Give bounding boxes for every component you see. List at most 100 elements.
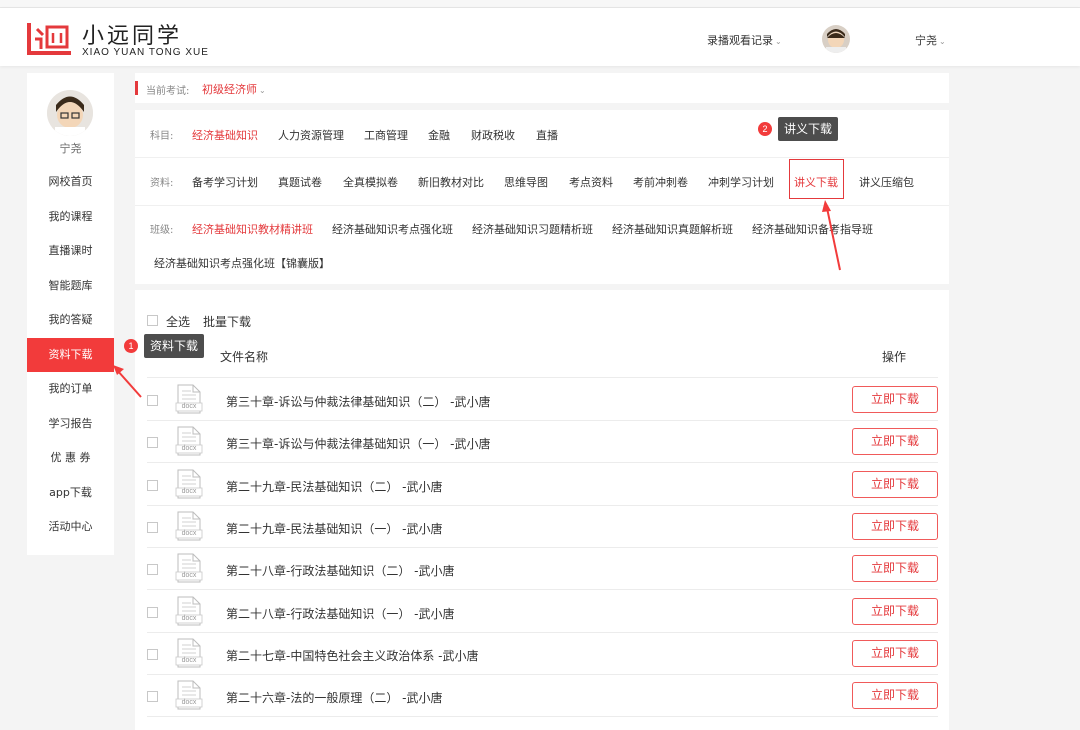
- file-name[interactable]: 第三十章-诉讼与仲裁法律基础知识（一） -武小唐: [226, 435, 490, 452]
- download-button[interactable]: 立即下载: [852, 428, 938, 456]
- subject-option[interactable]: 经济基础知识: [192, 127, 258, 143]
- docx-file-icon: docx: [175, 469, 203, 499]
- download-button[interactable]: 立即下载: [852, 470, 938, 498]
- sidebar-item-question-bank[interactable]: 智能题库: [27, 269, 114, 304]
- file-ext-label: docx: [181, 656, 197, 664]
- file-ext-label: docx: [181, 445, 197, 453]
- material-option[interactable]: 全真模拟卷: [343, 174, 398, 190]
- material-option[interactable]: 真题试卷: [278, 174, 322, 190]
- material-option[interactable]: 考点资料: [569, 174, 613, 190]
- table-row: docx 第二十八章-行政法基础知识（二） -武小唐 立即下载: [135, 547, 949, 589]
- class-option[interactable]: 经济基础知识考点强化班【锦囊版】: [154, 255, 330, 271]
- download-button[interactable]: 立即下载: [852, 639, 938, 667]
- table-row: docx 第二十九章-民法基础知识（一） -武小唐 立即下载: [135, 505, 949, 547]
- subject-label: 科目:: [150, 131, 174, 142]
- download-button[interactable]: 立即下载: [852, 597, 938, 625]
- table-row: docx 第二十六章-法的一般原理（二） -武小唐 立即下载: [135, 674, 949, 716]
- row-checkbox[interactable]: [147, 691, 158, 703]
- file-name[interactable]: 第三十章-诉讼与仲裁法律基础知识（二） -武小唐: [226, 393, 490, 410]
- file-ext-label: docx: [181, 487, 197, 495]
- file-name[interactable]: 第二十八章-行政法基础知识（一） -武小唐: [226, 605, 454, 622]
- file-ext-label: docx: [181, 403, 197, 410]
- chevron-down-icon: ⌄: [259, 86, 266, 95]
- subject-option[interactable]: 财政税收: [471, 127, 515, 143]
- select-all-label[interactable]: 全选: [166, 313, 190, 330]
- file-name[interactable]: 第二十八章-行政法基础知识（二） -武小唐: [226, 562, 454, 579]
- subject-option[interactable]: 工商管理: [364, 127, 408, 143]
- sidebar-item-courses[interactable]: 我的课程: [27, 200, 114, 235]
- sidebar-item-coupons[interactable]: 优 惠 券: [27, 441, 114, 476]
- download-button[interactable]: 立即下载: [852, 386, 938, 413]
- docx-file-icon: docx: [175, 553, 203, 583]
- material-option[interactable]: 冲刺学习计划: [708, 174, 774, 190]
- class-option[interactable]: 经济基础知识教材精讲班: [192, 221, 313, 237]
- sidebar-avatar[interactable]: [47, 90, 93, 136]
- step-badge-2: 2: [758, 122, 772, 136]
- class-option[interactable]: 经济基础知识考点强化班: [332, 221, 453, 237]
- sidebar-item-orders[interactable]: 我的订单: [27, 372, 114, 407]
- select-all-checkbox[interactable]: [147, 315, 158, 326]
- sidebar-item-app[interactable]: app下载: [27, 476, 114, 511]
- recording-history-menu[interactable]: 录播观看记录 ⌄: [707, 32, 782, 48]
- brand-name: 小远同学: [82, 24, 183, 49]
- table-row: docx 第三十章-诉讼与仲裁法律基础知识（二） -武小唐 立即下载: [135, 378, 949, 420]
- class-option[interactable]: 经济基础知识真题解析班: [612, 221, 733, 237]
- row-checkbox[interactable]: [147, 479, 158, 491]
- row-checkbox[interactable]: [147, 606, 158, 618]
- tooltip-handout-download: 讲义下载: [778, 117, 839, 141]
- avatar-icon: [47, 90, 93, 136]
- chevron-down-icon: ⌄: [939, 37, 946, 46]
- chevron-down-icon: ⌄: [775, 37, 782, 46]
- material-option[interactable]: 新旧教材对比: [418, 174, 484, 190]
- sidebar-username: 宁尧: [59, 142, 82, 155]
- column-header-operation: 操作: [882, 350, 907, 364]
- subject-option[interactable]: 金融: [428, 127, 450, 143]
- material-option[interactable]: 思维导图: [504, 174, 548, 190]
- bookmarks-bar: [0, 0, 1080, 8]
- class-option[interactable]: 经济基础知识习题精析班: [472, 221, 593, 237]
- docx-file-icon: docx: [175, 596, 203, 626]
- row-checkbox[interactable]: [147, 395, 158, 406]
- row-checkbox[interactable]: [147, 521, 158, 533]
- recording-history-label: 录播观看记录: [707, 34, 773, 47]
- download-button[interactable]: 立即下载: [852, 555, 938, 583]
- download-button[interactable]: 立即下载: [852, 512, 938, 540]
- batch-download-button[interactable]: 批量下载: [203, 313, 251, 330]
- docx-file-icon: docx: [175, 384, 203, 414]
- step-badge-1: 1: [124, 339, 138, 353]
- download-button[interactable]: 立即下载: [852, 682, 938, 710]
- class-option[interactable]: 经济基础知识备考指导班: [752, 221, 873, 237]
- divider: [135, 157, 949, 158]
- header-avatar[interactable]: [822, 25, 850, 53]
- file-ext-label: docx: [181, 614, 197, 622]
- file-name[interactable]: 第二十九章-民法基础知识（二） -武小唐: [226, 478, 442, 495]
- header-user-menu[interactable]: 宁尧 ⌄: [915, 32, 946, 48]
- current-exam-select[interactable]: 初级经济师 ⌄: [202, 81, 266, 97]
- sidebar-item-activities[interactable]: 活动中心: [27, 510, 114, 545]
- row-checkbox[interactable]: [147, 648, 158, 660]
- sidebar-item-live[interactable]: 直播课时: [27, 234, 114, 269]
- sidebar-item-home[interactable]: 网校首页: [27, 165, 114, 200]
- sidebar-item-report[interactable]: 学习报告: [27, 407, 114, 442]
- sidebar-item-qa[interactable]: 我的答疑: [27, 303, 114, 338]
- docx-file-icon: docx: [175, 511, 203, 541]
- highlight-box: [789, 159, 844, 199]
- subject-option[interactable]: 直播: [536, 127, 558, 143]
- sidebar-item-downloads[interactable]: 资料下载: [27, 337, 114, 372]
- file-name[interactable]: 第二十六章-法的一般原理（二） -武小唐: [226, 689, 442, 706]
- brand-name-en: XIAO YUAN TONG XUE: [82, 47, 209, 58]
- file-name[interactable]: 第二十九章-民法基础知识（一） -武小唐: [226, 520, 442, 537]
- table-row: docx 第二十八章-行政法基础知识（一） -武小唐 立即下载: [135, 590, 949, 632]
- divider: [135, 205, 949, 206]
- tooltip-downloads: 资料下载: [144, 334, 205, 358]
- file-name[interactable]: 第二十七章-中国特色社会主义政治体系 -武小唐: [226, 647, 478, 664]
- row-checkbox[interactable]: [147, 437, 158, 449]
- current-exam-bar: 当前考试: 初级经济师 ⌄: [135, 73, 949, 103]
- subject-option[interactable]: 人力资源管理: [278, 127, 344, 143]
- column-header-name: 文件名称: [220, 350, 269, 364]
- material-option[interactable]: 备考学习计划: [192, 174, 258, 190]
- material-option[interactable]: 考前冲刺卷: [633, 174, 688, 190]
- row-checkbox[interactable]: [147, 564, 158, 576]
- material-option[interactable]: 讲义压缩包: [859, 174, 914, 190]
- file-list-panel: 全选 批量下载 文件名称 操作 docx 第三十章-诉讼与仲裁法律基础知识（二） …: [135, 290, 949, 730]
